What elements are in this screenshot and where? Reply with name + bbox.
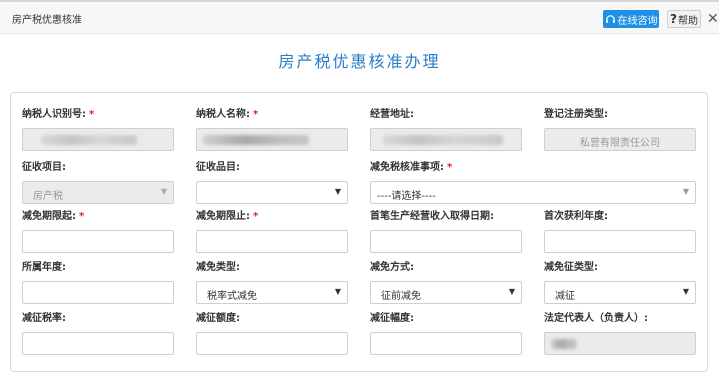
required-mark: * (79, 211, 85, 222)
exemption-type-label: 减免类型: (196, 262, 240, 273)
help-label: 帮助 (677, 15, 698, 27)
required-mark: * (447, 162, 453, 173)
redacted-value (41, 135, 137, 145)
field-belong-year: 所属年度: (22, 261, 174, 304)
field-registration-type: 登记注册类型: 私营有限责任公司 (544, 108, 696, 151)
first-profit-year-input[interactable] (544, 230, 696, 253)
field-exemption-method: 减免方式: 征前减免 ▼ (370, 261, 522, 304)
taxpayer-name-label: 纳税人名称: * (196, 109, 259, 120)
levy-category-select[interactable]: ▼ (196, 181, 348, 204)
exemption-item-value: ----请选择---- (377, 191, 436, 202)
online-consult-label: 在线咨询 (617, 15, 658, 27)
exemption-end-input[interactable] (196, 230, 348, 253)
field-business-address: 经营地址: (370, 108, 522, 151)
field-reduction-range: 减征幅度: (370, 312, 522, 355)
exemption-type-value: 税率式减免 (207, 291, 257, 302)
close-icon[interactable]: ✕ (707, 10, 719, 28)
field-exemption-end: 减免期限止: * (196, 210, 348, 253)
levy-item-label: 征收项目: (22, 162, 66, 173)
exemption-end-label: 减免期限止: * (196, 211, 259, 222)
caret-down-icon: ▼ (160, 187, 167, 196)
levy-category-label: 征收品目: (196, 162, 240, 173)
exemption-start-input[interactable] (22, 230, 174, 253)
levy-item-select[interactable]: 房产税 ▼ (22, 181, 174, 204)
field-levy-category: 征收品目: ▼ (196, 161, 348, 204)
redacted-value (383, 135, 503, 145)
required-mark: * (253, 109, 259, 120)
field-reduction-amount: 减征额度: (196, 312, 348, 355)
exemption-item-label: 减免税核准事项: * (370, 162, 453, 173)
exemption-start-label: 减免期限起: * (22, 211, 85, 222)
reduction-range-label: 减征幅度: (370, 313, 414, 324)
caret-down-icon: ▼ (682, 187, 689, 196)
legal-rep-input[interactable] (544, 332, 696, 355)
caret-down-icon: ▼ (334, 187, 341, 196)
exemption-method-select[interactable]: 征前减免 ▼ (370, 281, 522, 304)
field-taxpayer-name: 纳税人名称: * (196, 108, 348, 151)
levy-reduction-type-select[interactable]: 减征 ▼ (544, 281, 696, 304)
levy-item-value: 房产税 (33, 191, 63, 202)
online-consult-button[interactable]: 在线咨询 (603, 10, 659, 28)
title-bar: 房产税优惠核准 在线咨询 ? 帮助 ✕ (0, 2, 719, 34)
registration-type-label: 登记注册类型: (544, 109, 608, 120)
levy-reduction-type-label: 减免征类型: (544, 262, 598, 273)
headset-icon (605, 14, 615, 23)
field-reduction-rate: 减征税率: (22, 312, 174, 355)
required-mark: * (89, 109, 95, 120)
reduction-amount-input[interactable] (196, 332, 348, 355)
required-mark: * (253, 211, 259, 222)
field-exemption-item: 减免税核准事项: * ----请选择---- ▼ (370, 161, 696, 204)
caret-down-icon: ▼ (334, 287, 341, 296)
taxpayer-name-input[interactable] (196, 128, 348, 151)
reduction-range-input[interactable] (370, 332, 522, 355)
reduction-rate-label: 减征税率: (22, 313, 66, 324)
belong-year-input[interactable] (22, 281, 174, 304)
redacted-value (203, 135, 309, 145)
window-title: 房产税优惠核准 (12, 15, 82, 26)
first-income-date-label: 首笔生产经营收入取得日期: (370, 211, 494, 222)
taxpayer-id-label: 纳税人识别号: * (22, 109, 95, 120)
field-first-income-date: 首笔生产经营收入取得日期: (370, 210, 522, 253)
field-exemption-type: 减免类型: 税率式减免 ▼ (196, 261, 348, 304)
exemption-method-value: 征前减免 (381, 291, 421, 302)
field-levy-item: 征收项目: 房产税 ▼ (22, 161, 174, 204)
field-levy-reduction-type: 减免征类型: 减征 ▼ (544, 261, 696, 304)
redacted-value (551, 339, 577, 349)
exemption-item-select[interactable]: ----请选择---- ▼ (370, 181, 696, 204)
page-title: 房产税优惠核准办理 (278, 52, 441, 71)
reduction-amount-label: 减征额度: (196, 313, 240, 324)
form-panel: 纳税人识别号: * 纳税人名称: * 经营地址: 登记注册类型: 私营有限责任公司 … (10, 92, 708, 372)
question-icon: ? (670, 12, 677, 26)
caret-down-icon: ▼ (682, 287, 689, 296)
field-legal-rep: 法定代表人（负责人）: (544, 312, 696, 355)
taxpayer-id-input[interactable] (22, 128, 174, 151)
caret-down-icon: ▼ (508, 287, 515, 296)
field-first-profit-year: 首次获利年度: (544, 210, 696, 253)
help-button[interactable]: ? 帮助 (667, 10, 701, 28)
registration-type-value: 私营有限责任公司 (580, 138, 660, 149)
exemption-method-label: 减免方式: (370, 262, 414, 273)
business-address-label: 经营地址: (370, 109, 414, 120)
registration-type-input[interactable]: 私营有限责任公司 (544, 128, 696, 151)
belong-year-label: 所属年度: (22, 262, 66, 273)
first-profit-year-label: 首次获利年度: (544, 211, 608, 222)
exemption-type-select[interactable]: 税率式减免 ▼ (196, 281, 348, 304)
first-income-date-input[interactable] (370, 230, 522, 253)
field-exemption-start: 减免期限起: * (22, 210, 174, 253)
legal-rep-label: 法定代表人（负责人）: (544, 313, 648, 324)
reduction-rate-input[interactable] (22, 332, 174, 355)
field-taxpayer-id: 纳税人识别号: * (22, 108, 174, 151)
levy-reduction-type-value: 减征 (555, 291, 575, 302)
business-address-input[interactable] (370, 128, 522, 151)
